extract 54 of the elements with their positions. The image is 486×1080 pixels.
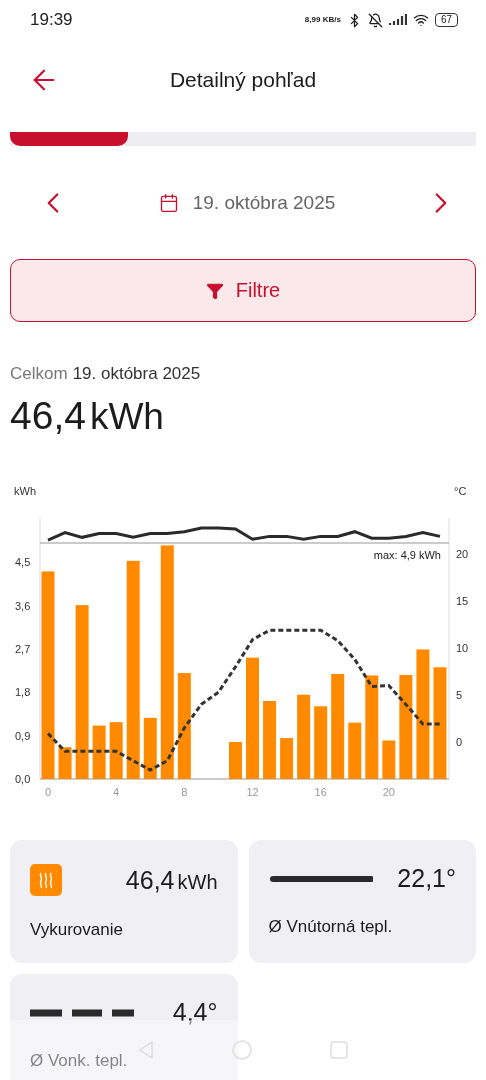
axis-tick-label: 0 <box>44 786 52 798</box>
card-value: 46,4 <box>125 865 175 895</box>
chart-bar <box>143 717 157 779</box>
date-label[interactable]: 19. októbra 2025 <box>192 192 336 214</box>
page-title: Detailný pohľad <box>169 68 317 92</box>
wifi-icon <box>412 12 429 28</box>
card-unit: kWh <box>177 870 218 894</box>
card-value: 4,4° <box>172 998 218 1027</box>
chart-bar <box>382 740 396 779</box>
dashed-line-icon <box>30 1008 134 1017</box>
card-label: Vykurovanie <box>30 920 124 940</box>
axis-tick-label: 16 <box>314 786 327 798</box>
muted-bell-icon <box>367 12 383 28</box>
signal-icon <box>388 14 407 26</box>
battery-level: 67 <box>434 13 458 27</box>
axis-tick-label: 12 <box>246 786 259 798</box>
solid-line-icon <box>268 874 373 883</box>
status-time: 19:39 <box>30 10 73 30</box>
axis-tick-label: 4,5 <box>15 556 31 569</box>
axis-tick-label: 20 <box>456 548 469 561</box>
total-label: Celkom <box>10 364 68 384</box>
axis-tick-label: 10 <box>456 642 469 655</box>
filter-icon <box>205 281 224 300</box>
filter-button[interactable]: Filtre <box>10 259 476 322</box>
axis-tick-label: 4 <box>113 786 120 798</box>
heating-icon <box>30 864 62 896</box>
chart-bar <box>228 741 242 779</box>
total-value: 46,4 <box>10 394 86 438</box>
axis-label: °C <box>454 485 467 497</box>
axis-tick-label: 0,0 <box>15 773 31 785</box>
chart-bar <box>280 738 294 779</box>
chart-bar <box>58 747 72 779</box>
card-value: 22,1° <box>397 864 456 893</box>
max-annotation: max: 4,9 kWh <box>373 549 441 561</box>
selected-tab[interactable] <box>10 132 128 146</box>
axis-tick-label: 0 <box>456 735 463 748</box>
card-label: Ø Vnútorná tepl. <box>268 917 394 937</box>
axis-tick-label: 5 <box>456 689 463 701</box>
chart-bar <box>92 725 106 779</box>
axis-label: kWh <box>14 485 36 497</box>
chart-bar <box>109 722 123 779</box>
axis-tick-label: 20 <box>382 786 395 798</box>
total-unit: kWh <box>89 396 164 438</box>
chart-bar <box>348 722 362 779</box>
axis-tick-label: 15 <box>456 595 469 608</box>
axis-tick-label: 8 <box>181 786 188 798</box>
axis-tick-label: 0,9 <box>15 729 31 742</box>
network-speed: 8,99 KB/s <box>304 16 341 24</box>
total-date: 19. októbra 2025 <box>72 364 201 384</box>
axis-tick-label: 1,8 <box>15 686 31 699</box>
axis-tick-label: 3,6 <box>15 599 31 612</box>
card-label: Ø Vonk. tepl. <box>30 1051 129 1071</box>
calendar-icon <box>158 193 179 213</box>
axis-tick-label: 2,7 <box>15 642 31 655</box>
